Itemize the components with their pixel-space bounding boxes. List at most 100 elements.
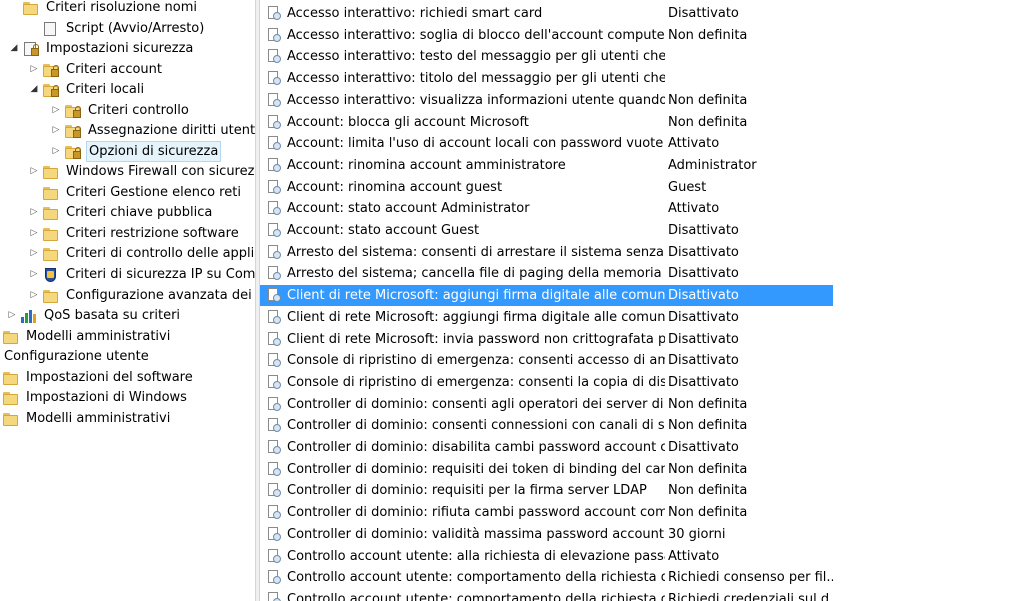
policy-setting-icon bbox=[268, 440, 281, 455]
policy-setting-icon bbox=[268, 180, 281, 195]
console-tree[interactable]: Criteri risoluzione nomi Script (Avvio/Ar… bbox=[0, 0, 255, 601]
policy-setting-icon bbox=[268, 158, 281, 173]
policy-row[interactable]: Controller di dominio: disabilita cambi … bbox=[260, 437, 833, 458]
tree-item[interactable]: Criteri risoluzione nomi bbox=[8, 0, 199, 18]
policy-row[interactable]: Arresto del sistema: consenti di arresta… bbox=[260, 242, 833, 263]
tree-item[interactable]: ▷ Windows Firewall con sicurezza bbox=[28, 161, 255, 182]
tree-item[interactable]: Script (Avvio/Arresto) bbox=[28, 18, 206, 39]
tree-item[interactable]: ▷ Criteri controllo bbox=[50, 100, 191, 121]
locked-folder-icon bbox=[42, 62, 60, 78]
policy-row[interactable]: Client di rete Microsoft: aggiungi firma… bbox=[260, 285, 833, 306]
policy-row[interactable]: Account: blocca gli account Microsoft Non… bbox=[260, 112, 833, 133]
collapsed-arrow-icon[interactable]: ▷ bbox=[28, 223, 40, 244]
tree-item[interactable]: ▷ Assegnazione diritti utente bbox=[50, 120, 255, 141]
policy-name: Controllo account utente: comportamento … bbox=[287, 570, 665, 585]
policy-row[interactable]: Accesso interattivo: titolo del messaggi… bbox=[260, 68, 833, 89]
tree-item-label: Configurazione utente bbox=[4, 349, 149, 364]
policy-setting-icon bbox=[268, 201, 281, 216]
ip-security-icon bbox=[42, 267, 60, 283]
security-setting-value: 30 giorni bbox=[668, 527, 726, 542]
tree-item[interactable]: Criteri Gestione elenco reti bbox=[28, 182, 243, 203]
policy-row[interactable]: Controller di dominio: validità massima … bbox=[260, 524, 833, 545]
tree-item[interactable]: ◢ Impostazioni sicurezza bbox=[8, 38, 195, 59]
policy-setting-icon bbox=[268, 6, 281, 21]
tree-item[interactable]: ▷ Configurazione avanzata dei cr bbox=[28, 285, 255, 306]
policy-name: Arresto del sistema: consenti di arresta… bbox=[287, 245, 665, 260]
tree-item[interactable]: ▷ Criteri di sicurezza IP su Compu bbox=[28, 264, 255, 285]
tree-item[interactable]: ▷ Criteri restrizione software bbox=[28, 223, 241, 244]
policy-row[interactable]: Client di rete Microsoft: aggiungi firma… bbox=[260, 307, 833, 328]
policy-row[interactable]: Client di rete Microsoft: invia password… bbox=[260, 329, 833, 350]
policy-row[interactable]: Controller di dominio: requisiti dei tok… bbox=[260, 459, 833, 480]
tree-item[interactable]: ▷ Criteri di controllo delle applica bbox=[28, 243, 255, 264]
expanded-arrow-icon[interactable]: ◢ bbox=[8, 38, 20, 59]
policy-name: Console di ripristino di emergenza: cons… bbox=[287, 353, 665, 368]
policy-name: Console di ripristino di emergenza: cons… bbox=[287, 375, 665, 390]
security-setting-value: Guest bbox=[668, 180, 707, 195]
tree-item[interactable]: Modelli amministrativi bbox=[0, 408, 172, 429]
tree-item[interactable]: ▷ Criteri account bbox=[28, 59, 164, 80]
locked-folder-icon bbox=[64, 144, 82, 160]
policy-setting-icon bbox=[268, 527, 281, 542]
policy-row[interactable]: Controller di dominio: rifiuta cambi pas… bbox=[260, 502, 833, 523]
collapsed-arrow-icon[interactable]: ▷ bbox=[50, 120, 62, 141]
collapsed-arrow-icon[interactable]: ▷ bbox=[28, 264, 40, 285]
tree-item-label: Configurazione avanzata dei cr bbox=[66, 288, 255, 303]
policy-row[interactable]: Accesso interattivo: testo del messaggio… bbox=[260, 46, 833, 67]
policy-row[interactable]: Controller di dominio: consenti connessi… bbox=[260, 415, 833, 436]
collapsed-arrow-icon[interactable]: ▷ bbox=[28, 285, 40, 306]
policy-name: Controller di dominio: consenti agli ope… bbox=[287, 397, 665, 412]
tree-item[interactable]: ▷ QoS basata su criteri bbox=[6, 305, 182, 326]
folder-icon bbox=[42, 288, 60, 304]
policy-name: Client di rete Microsoft: aggiungi firma… bbox=[287, 288, 665, 303]
policy-row[interactable]: Accesso interattivo: visualizza informaz… bbox=[260, 90, 833, 111]
policy-setting-icon bbox=[268, 462, 281, 477]
tree-item[interactable]: Impostazioni di Windows bbox=[0, 387, 189, 408]
policy-row[interactable]: Account: stato account Guest Disattivato bbox=[260, 220, 833, 241]
policy-name: Account: rinomina account guest bbox=[287, 180, 503, 195]
tree-item-label: Criteri locali bbox=[66, 82, 145, 97]
tree-item[interactable]: ▷ Opzioni di sicurezza bbox=[50, 141, 222, 162]
security-setting-value: Disattivato bbox=[668, 310, 739, 325]
policy-row[interactable]: Controllo account utente: comportamento … bbox=[260, 589, 833, 601]
collapsed-arrow-icon[interactable]: ▷ bbox=[28, 243, 40, 264]
policy-list[interactable]: Accesso interattivo: richiedi smart card… bbox=[260, 0, 1021, 601]
tree-item-label: Criteri di sicurezza IP su Compu bbox=[66, 267, 255, 282]
tree-item[interactable]: ▷ Criteri chiave pubblica bbox=[28, 202, 214, 223]
policy-row[interactable]: Controller di dominio: requisiti per la … bbox=[260, 480, 833, 501]
tree-item[interactable]: ◢ Criteri locali bbox=[28, 79, 146, 100]
tree-item-label: Windows Firewall con sicurezza bbox=[66, 164, 255, 179]
tree-item-label: Impostazioni sicurezza bbox=[46, 41, 194, 56]
collapsed-arrow-icon[interactable]: ▷ bbox=[50, 141, 62, 162]
policy-row[interactable]: Account: rinomina account guest Guest bbox=[260, 177, 833, 198]
collapsed-arrow-icon[interactable]: ▷ bbox=[6, 305, 18, 326]
policy-row[interactable]: Controllo account utente: alla richiesta… bbox=[260, 546, 833, 567]
security-setting-value: Non definita bbox=[668, 505, 748, 520]
tree-item[interactable]: Configurazione utente bbox=[0, 346, 151, 367]
policy-row[interactable]: Account: rinomina account amministratore… bbox=[260, 155, 833, 176]
policy-row[interactable]: Account: stato account Administrator Atti… bbox=[260, 198, 833, 219]
policy-row[interactable]: Account: limita l'uso di account locali … bbox=[260, 133, 833, 154]
policy-setting-icon bbox=[268, 115, 281, 130]
policy-name: Account: stato account Guest bbox=[287, 223, 480, 238]
policy-row[interactable]: Accesso interattivo: soglia di blocco de… bbox=[260, 25, 833, 46]
tree-item-label: QoS basata su criteri bbox=[44, 308, 181, 323]
policy-row[interactable]: Controllo account utente: comportamento … bbox=[260, 567, 833, 588]
policy-name: Controller di dominio: disabilita cambi … bbox=[287, 440, 665, 455]
tree-item[interactable]: Modelli amministrativi bbox=[0, 326, 172, 347]
expanded-arrow-icon[interactable]: ◢ bbox=[28, 79, 40, 100]
collapsed-arrow-icon[interactable]: ▷ bbox=[28, 161, 40, 182]
folder-icon bbox=[42, 205, 60, 221]
policy-row[interactable]: Controller di dominio: consenti agli ope… bbox=[260, 394, 833, 415]
policy-row[interactable]: Arresto del sistema; cancella file di pa… bbox=[260, 263, 833, 284]
security-setting-value: Disattivato bbox=[668, 375, 739, 390]
collapsed-arrow-icon[interactable]: ▷ bbox=[50, 100, 62, 121]
tree-item[interactable]: Impostazioni del software bbox=[0, 367, 195, 388]
tree-item-label: Criteri controllo bbox=[88, 103, 189, 118]
policy-row[interactable]: Console di ripristino di emergenza: cons… bbox=[260, 372, 833, 393]
collapsed-arrow-icon[interactable]: ▷ bbox=[28, 59, 40, 80]
policy-row[interactable]: Accesso interattivo: richiedi smart card… bbox=[260, 3, 833, 24]
collapsed-arrow-icon[interactable]: ▷ bbox=[28, 202, 40, 223]
policy-row[interactable]: Console di ripristino di emergenza: cons… bbox=[260, 350, 833, 371]
security-setting-value: Disattivato bbox=[668, 288, 739, 303]
